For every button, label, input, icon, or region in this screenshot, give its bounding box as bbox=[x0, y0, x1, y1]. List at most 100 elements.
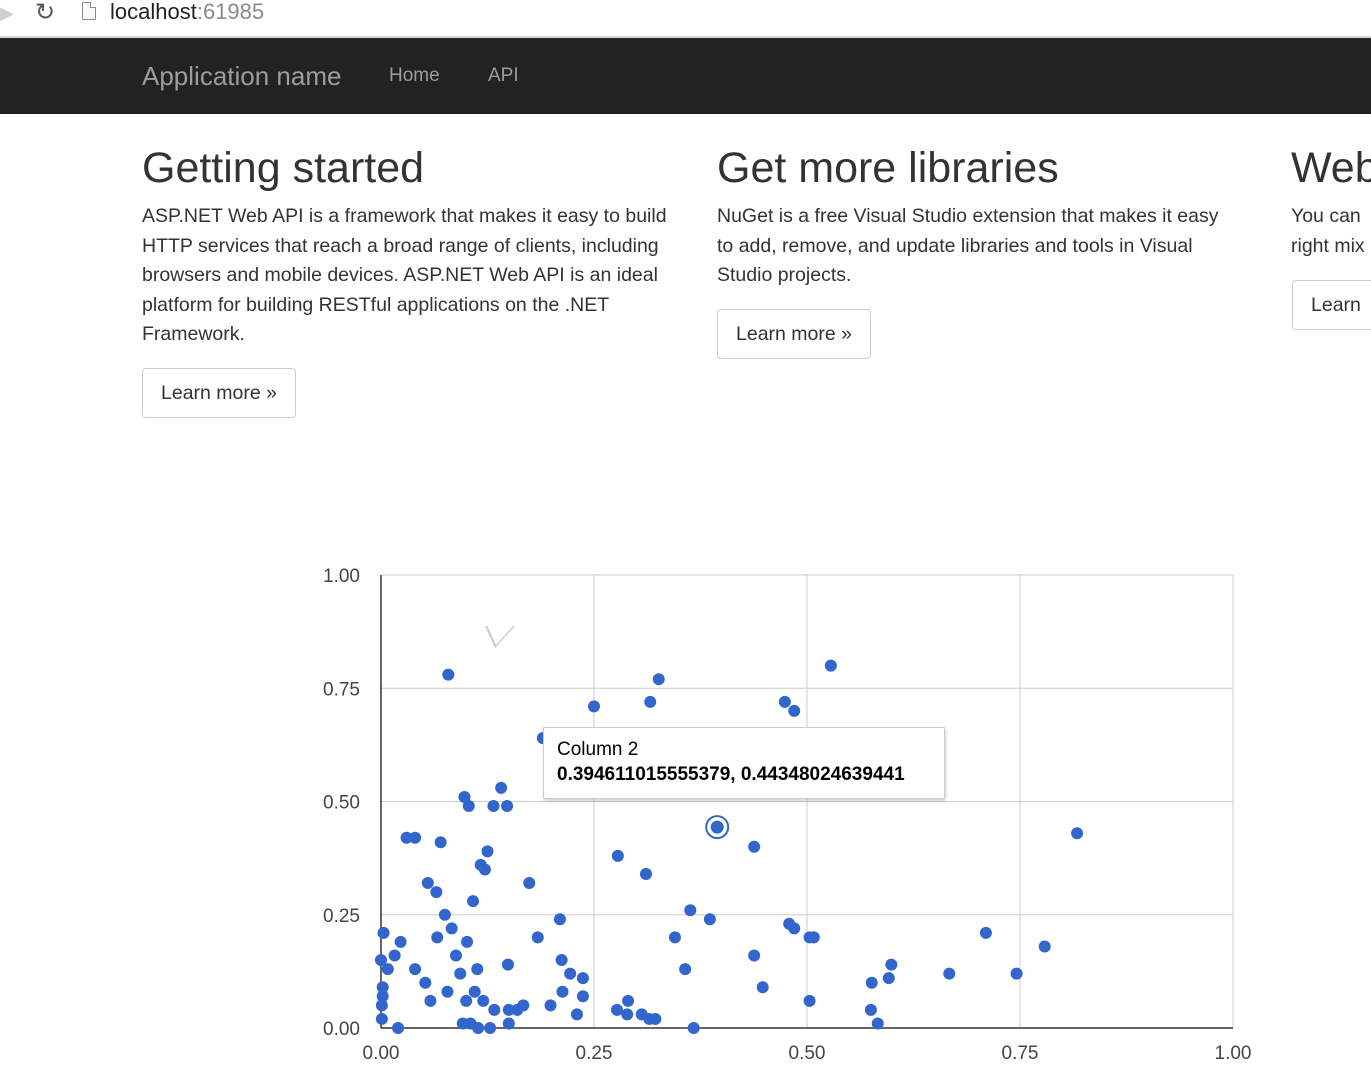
data-point bbox=[468, 985, 481, 998]
learn-more-button[interactable]: Learn more » bbox=[717, 309, 871, 359]
data-point bbox=[824, 659, 837, 672]
data-point bbox=[553, 913, 566, 926]
data-point bbox=[778, 695, 791, 708]
data-point bbox=[652, 673, 665, 686]
address-bar[interactable]: localhost:61985 bbox=[110, 0, 264, 26]
data-point bbox=[576, 972, 589, 985]
x-tick-label: 1.00 bbox=[1215, 1043, 1252, 1064]
data-point bbox=[501, 800, 514, 813]
address-host: localhost bbox=[110, 0, 197, 24]
data-point bbox=[865, 976, 878, 989]
data-point bbox=[449, 949, 462, 962]
data-point bbox=[484, 1022, 497, 1034]
y-tick-label: 0.25 bbox=[323, 906, 360, 927]
data-point bbox=[639, 867, 652, 880]
column-title: Get more libraries bbox=[717, 144, 1059, 192]
column-getting-started: Getting started ASP.NET Web API is a fra… bbox=[142, 140, 672, 350]
data-point bbox=[477, 994, 490, 1007]
data-point bbox=[576, 990, 589, 1003]
navbar: Application name Home API bbox=[0, 38, 1371, 114]
nav-link-home[interactable]: Home bbox=[389, 64, 440, 88]
chart-svg: 0.00 0.25 0.50 0.75 1.00 0.00 0.25 0.50 0.75 1.00 bbox=[323, 566, 1252, 1064]
data-point bbox=[495, 781, 508, 794]
data-point bbox=[472, 1022, 485, 1034]
data-point bbox=[481, 845, 494, 858]
data-point bbox=[442, 668, 455, 681]
data-point bbox=[788, 704, 801, 717]
learn-more-button[interactable]: Learn bbox=[1292, 280, 1371, 330]
data-point bbox=[885, 958, 898, 971]
learn-more-button[interactable]: Learn more » bbox=[142, 368, 296, 418]
data-point bbox=[421, 877, 434, 890]
data-point bbox=[807, 931, 820, 944]
data-point bbox=[445, 922, 458, 935]
data-point bbox=[478, 863, 491, 876]
column-title: Getting started bbox=[142, 144, 425, 192]
data-point bbox=[460, 994, 473, 1007]
data-point bbox=[523, 877, 536, 890]
data-point bbox=[803, 994, 816, 1007]
forward-icon[interactable]: ▶ bbox=[0, 2, 14, 24]
data-point bbox=[979, 926, 992, 939]
data-point bbox=[668, 931, 681, 944]
data-point bbox=[375, 999, 388, 1012]
data-point bbox=[409, 831, 422, 844]
data-point bbox=[756, 981, 769, 994]
tooltip-title: Column 2 bbox=[557, 739, 639, 760]
x-tick-label: 0.00 bbox=[363, 1043, 400, 1064]
data-point bbox=[441, 985, 454, 998]
tooltip-value: 0.394611015555379, 0.44348024639441 bbox=[557, 764, 905, 785]
data-point bbox=[644, 695, 657, 708]
page-icon bbox=[82, 2, 96, 20]
data-point bbox=[564, 967, 577, 980]
data-point bbox=[531, 931, 544, 944]
data-point bbox=[748, 949, 761, 962]
data-point bbox=[517, 999, 530, 1012]
nav-link-api[interactable]: API bbox=[488, 64, 519, 88]
data-point bbox=[687, 1022, 700, 1034]
data-point bbox=[611, 849, 624, 862]
data-point bbox=[502, 1017, 515, 1030]
data-point bbox=[882, 972, 895, 985]
data-point bbox=[864, 1003, 877, 1016]
y-tick-label: 0.00 bbox=[323, 1019, 360, 1040]
data-point bbox=[622, 994, 635, 1007]
tooltip-tail-inner bbox=[487, 625, 514, 645]
reload-icon[interactable]: ↻ bbox=[32, 0, 58, 26]
data-point bbox=[409, 963, 422, 976]
column-body: NuGet is a free Visual Studio extension … bbox=[717, 205, 1219, 286]
data-point bbox=[487, 800, 500, 813]
data-point bbox=[392, 1022, 405, 1034]
learn-more-clip: Learn bbox=[1292, 280, 1371, 330]
data-point bbox=[438, 908, 451, 921]
x-tick-label: 0.75 bbox=[1002, 1043, 1039, 1064]
data-point bbox=[462, 800, 475, 813]
data-point bbox=[611, 1003, 624, 1016]
column-body: ASP.NET Web API is a framework that make… bbox=[142, 205, 667, 345]
data-point bbox=[1010, 967, 1023, 980]
y-tick-label: 0.75 bbox=[323, 679, 360, 700]
data-point bbox=[871, 1017, 884, 1030]
column-body: You can right mix bbox=[1291, 205, 1365, 257]
data-point bbox=[394, 935, 407, 948]
y-tick-label: 0.50 bbox=[323, 793, 360, 814]
brand-link[interactable]: Application name bbox=[142, 58, 341, 94]
data-point bbox=[419, 976, 432, 989]
x-tick-label: 0.25 bbox=[576, 1043, 613, 1064]
data-point bbox=[430, 886, 443, 899]
data-point bbox=[377, 926, 390, 939]
data-point bbox=[621, 1008, 634, 1021]
data-point bbox=[788, 922, 801, 935]
data-point bbox=[555, 954, 568, 967]
data-point bbox=[375, 954, 387, 967]
data-point bbox=[467, 895, 480, 908]
scatter-chart: 0.00 0.25 0.50 0.75 1.00 0.00 0.25 0.50 0.75 1.00… bbox=[300, 555, 1280, 1070]
data-point bbox=[1038, 940, 1051, 953]
browser-toolbar: ▶ ↻ localhost:61985 bbox=[0, 0, 1371, 38]
data-point bbox=[461, 935, 474, 948]
column-title: Web bbox=[1291, 144, 1371, 192]
data-point bbox=[471, 963, 484, 976]
data-point bbox=[570, 1008, 583, 1021]
address-port: :61985 bbox=[196, 0, 265, 24]
data-point bbox=[424, 994, 437, 1007]
